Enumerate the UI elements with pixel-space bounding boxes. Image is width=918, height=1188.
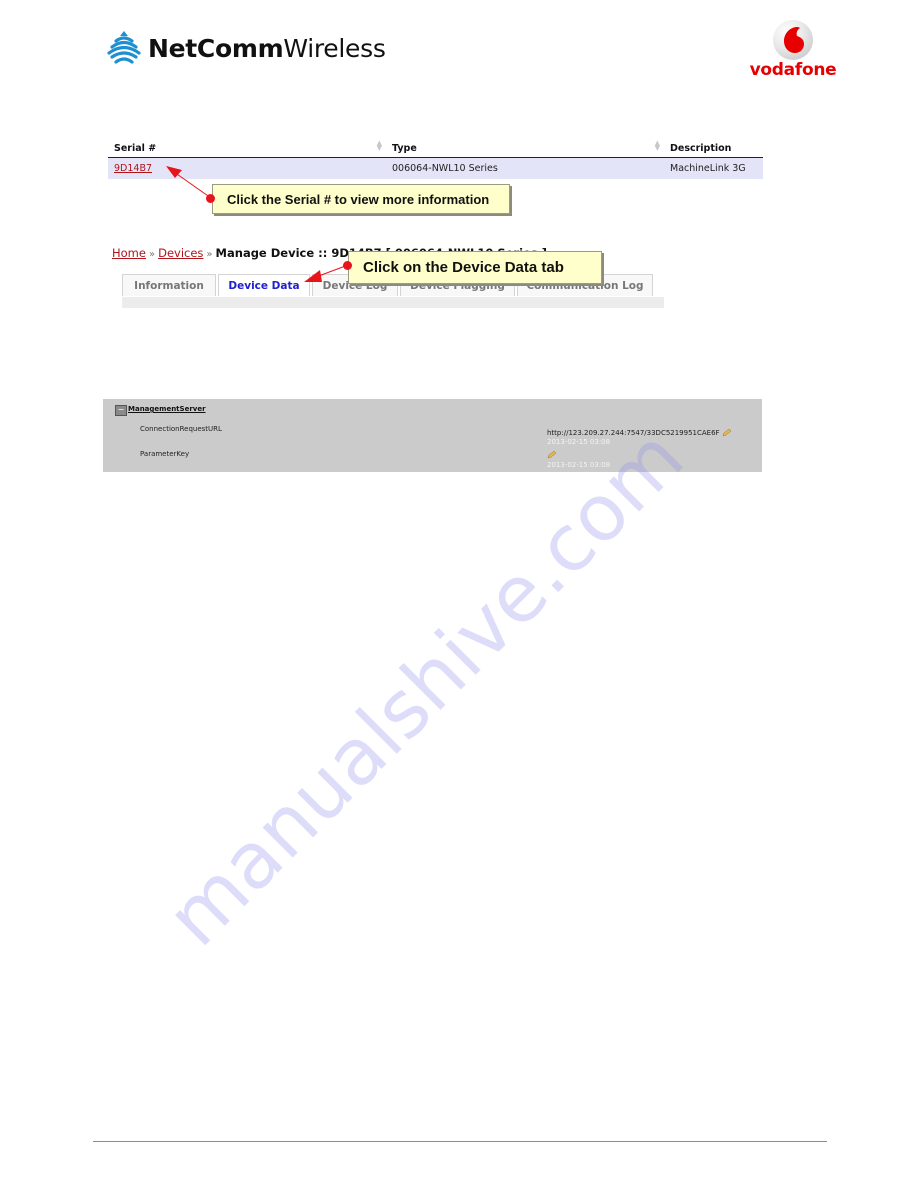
logo-text-netcomm: NetComm: [148, 33, 284, 63]
vodafone-speechmark-icon: [773, 20, 813, 60]
serial-link[interactable]: 9D14B7: [114, 163, 152, 174]
param-timestamp: 2013-02-15 03:08: [547, 438, 611, 446]
device-description-cell: MachineLink 3G: [664, 157, 763, 179]
group-management-server[interactable]: ManagementServer: [128, 405, 206, 413]
param-name: ParameterKey: [140, 450, 190, 458]
netcomm-wireless-logo: NetCommWireless: [106, 28, 386, 68]
edit-pencil-icon[interactable]: [547, 451, 557, 459]
callout-serial-instruction: Click the Serial # to view more informat…: [212, 184, 510, 214]
callout-dot: [343, 261, 352, 270]
edit-pencil-icon[interactable]: [722, 429, 732, 437]
connection-request-url-value: http://123.209.27.244:7547/33DC5219951CA…: [547, 429, 720, 437]
callout-dot: [206, 194, 215, 203]
footer-divider: [93, 1141, 827, 1142]
tab-device-data[interactable]: Device Data: [218, 274, 310, 296]
logo-text-wireless: Wireless: [283, 33, 386, 63]
column-header-serial[interactable]: Serial # ▲ ▼: [108, 139, 386, 158]
column-header-description[interactable]: Description: [664, 139, 763, 158]
breadcrumb-devices[interactable]: Devices: [158, 246, 203, 260]
callout-tab-instruction: Click on the Device Data tab: [348, 251, 602, 284]
tab-information[interactable]: Information: [122, 274, 216, 296]
param-value: http://123.209.27.244:7547/33DC5219951CA…: [547, 429, 732, 437]
vodafone-logo: vodafone: [748, 20, 838, 82]
table-header-row: Serial # ▲ ▼ Type ▲ ▼ Description: [108, 139, 763, 158]
device-type-cell: 006064-NWL10 Series: [386, 157, 664, 179]
param-value: [547, 451, 557, 459]
breadcrumb-home[interactable]: Home: [112, 246, 146, 260]
sort-arrows-icon[interactable]: ▲ ▼: [377, 140, 382, 152]
sort-arrows-icon[interactable]: ▲ ▼: [655, 140, 660, 152]
collapse-button[interactable]: −: [115, 405, 127, 416]
wifi-signal-icon: [107, 31, 141, 64]
watermark: manualshive.com: [150, 412, 702, 964]
param-name: ConnectionRequestURL: [140, 425, 222, 433]
vodafone-wordmark: vodafone: [749, 60, 837, 80]
param-timestamp: 2013-02-15 03:08: [547, 461, 611, 469]
column-header-type[interactable]: Type ▲ ▼: [386, 139, 664, 158]
device-data-panel: − ManagementServer ConnectionRequestURL …: [103, 399, 762, 472]
